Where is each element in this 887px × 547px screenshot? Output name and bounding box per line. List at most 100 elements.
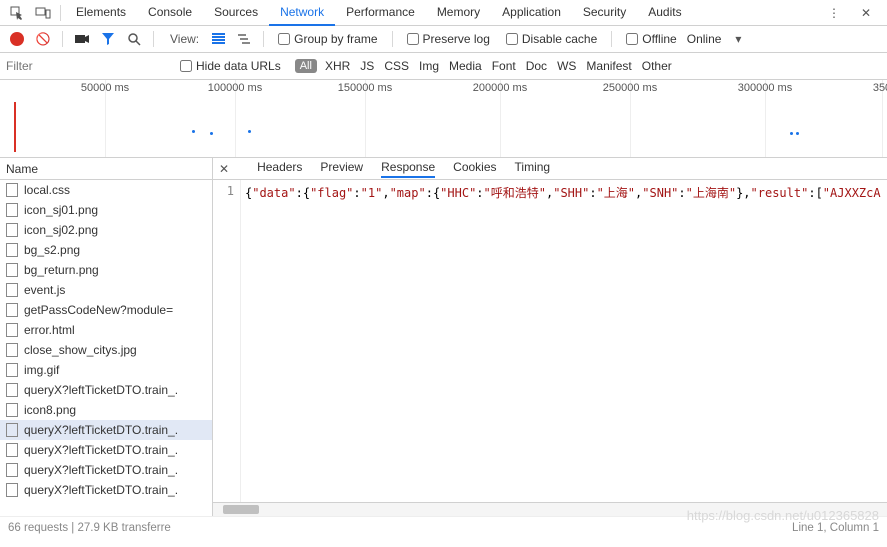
filter-ws[interactable]: WS: [557, 59, 576, 73]
waterfall-view-icon[interactable]: [233, 28, 255, 50]
offline-checkbox[interactable]: Offline: [626, 32, 676, 46]
response-line: {"data":{"flag":"1","map":{"HHC":"呼和浩特",…: [241, 180, 885, 502]
disable-cache-checkbox[interactable]: Disable cache: [506, 32, 597, 46]
subtab-timing[interactable]: Timing: [515, 160, 551, 178]
timeline-tick: 150000 ms: [338, 82, 392, 94]
json-token: :: [353, 186, 360, 200]
request-name: queryX?leftTicketDTO.train_.: [24, 463, 178, 477]
timeline-dot: [790, 132, 793, 135]
filter-toggle-icon[interactable]: [97, 28, 119, 50]
request-row[interactable]: img.gif: [0, 360, 212, 380]
request-row[interactable]: queryX?leftTicketDTO.train_.: [0, 380, 212, 400]
timeline-tick: 100000 ms: [208, 82, 262, 94]
json-token: "map": [390, 186, 426, 200]
json-token: "AJXXZcA: [823, 186, 881, 200]
request-row[interactable]: queryX?leftTicketDTO.train_.: [0, 460, 212, 480]
timeline-overview[interactable]: 50000 ms100000 ms150000 ms200000 ms25000…: [0, 80, 887, 158]
file-icon: [6, 183, 18, 197]
device-toggle-icon[interactable]: [30, 0, 56, 26]
scrollbar-thumb[interactable]: [223, 505, 259, 514]
close-devtools-icon[interactable]: ✕: [853, 0, 879, 26]
filter-input[interactable]: [6, 57, 166, 75]
network-toolbar: 🚫 View: Group by frame Preserve log Disa…: [0, 26, 887, 53]
request-row[interactable]: local.css: [0, 180, 212, 200]
filter-manifest[interactable]: Manifest: [586, 59, 631, 73]
filter-other[interactable]: Other: [642, 59, 672, 73]
request-name: bg_return.png: [24, 263, 99, 277]
request-list-pane: Name local.css icon_sj01.png icon_sj02.png…: [0, 158, 213, 516]
tab-performance[interactable]: Performance: [335, 0, 426, 26]
json-token: "result": [751, 186, 809, 200]
timeline-load-marker: [14, 102, 16, 152]
clear-icon[interactable]: 🚫: [32, 28, 54, 50]
name-column-header[interactable]: Name: [0, 158, 212, 180]
json-token: :: [589, 186, 596, 200]
json-token: "data": [252, 186, 295, 200]
timeline-tick: 250000 ms: [603, 82, 657, 94]
request-name: icon_sj01.png: [24, 203, 98, 217]
group-by-frame-checkbox[interactable]: Group by frame: [278, 32, 377, 46]
large-rows-icon[interactable]: [207, 28, 229, 50]
filter-xhr[interactable]: XHR: [325, 59, 350, 73]
request-row[interactable]: icon8.png: [0, 400, 212, 420]
subtab-preview[interactable]: Preview: [320, 160, 363, 178]
main-tabs: ElementsConsoleSourcesNetworkPerformance…: [65, 0, 821, 26]
request-name: error.html: [24, 323, 75, 337]
tab-sources[interactable]: Sources: [203, 0, 269, 26]
filter-doc[interactable]: Doc: [526, 59, 547, 73]
timeline-tick: 50000 ms: [81, 82, 129, 94]
chevron-down-icon[interactable]: ▾: [735, 32, 741, 46]
file-icon: [6, 263, 18, 277]
preserve-log-checkbox[interactable]: Preserve log: [407, 32, 490, 46]
subtab-response[interactable]: Response: [381, 160, 435, 178]
json-token: "1": [361, 186, 383, 200]
filter-media[interactable]: Media: [449, 59, 482, 73]
subtab-cookies[interactable]: Cookies: [453, 160, 496, 178]
filter-font[interactable]: Font: [492, 59, 516, 73]
tab-memory[interactable]: Memory: [426, 0, 491, 26]
request-row[interactable]: queryX?leftTicketDTO.train_.: [0, 440, 212, 460]
request-row[interactable]: close_show_citys.jpg: [0, 340, 212, 360]
request-row[interactable]: getPassCodeNew?module=: [0, 300, 212, 320]
tab-audits[interactable]: Audits: [637, 0, 692, 26]
filter-js[interactable]: JS: [360, 59, 374, 73]
filter-img[interactable]: Img: [419, 59, 439, 73]
tab-network[interactable]: Network: [269, 0, 335, 26]
file-icon: [6, 323, 18, 337]
search-icon[interactable]: [123, 28, 145, 50]
file-icon: [6, 463, 18, 477]
camera-icon[interactable]: [71, 28, 93, 50]
request-row[interactable]: bg_s2.png: [0, 240, 212, 260]
filter-all-badge[interactable]: All: [295, 59, 317, 73]
request-name: getPassCodeNew?module=: [24, 303, 173, 317]
request-row[interactable]: event.js: [0, 280, 212, 300]
json-token: "上海南": [686, 186, 736, 200]
network-split-view: Name local.css icon_sj01.png icon_sj02.png…: [0, 158, 887, 516]
devtools-topbar: ElementsConsoleSourcesNetworkPerformance…: [0, 0, 887, 26]
close-detail-icon[interactable]: ✕: [219, 162, 229, 176]
tab-security[interactable]: Security: [572, 0, 637, 26]
request-row[interactable]: queryX?leftTicketDTO.train_.: [0, 480, 212, 500]
tab-application[interactable]: Application: [491, 0, 572, 26]
request-list[interactable]: local.css icon_sj01.png icon_sj02.pngbg_s2…: [0, 180, 212, 516]
file-icon: [6, 363, 18, 377]
record-button[interactable]: [6, 28, 28, 50]
subtab-headers[interactable]: Headers: [257, 160, 302, 178]
tab-elements[interactable]: Elements: [65, 0, 137, 26]
request-row[interactable]: error.html: [0, 320, 212, 340]
kebab-icon[interactable]: ⋮: [821, 0, 847, 26]
preserve-log-label: Preserve log: [423, 32, 490, 46]
hide-data-urls-label: Hide data URLs: [196, 59, 281, 73]
response-body[interactable]: 1 {"data":{"flag":"1","map":{"HHC":"呼和浩特…: [213, 180, 887, 502]
request-row[interactable]: icon_sj02.png: [0, 220, 212, 240]
throttling-select[interactable]: Online: [687, 32, 722, 46]
tab-console[interactable]: Console: [137, 0, 203, 26]
request-row[interactable]: icon_sj01.png: [0, 200, 212, 220]
request-row[interactable]: queryX?leftTicketDTO.train_.: [0, 420, 212, 440]
inspect-icon[interactable]: [4, 0, 30, 26]
request-row[interactable]: bg_return.png: [0, 260, 212, 280]
hide-data-urls-checkbox[interactable]: Hide data URLs: [180, 59, 281, 73]
request-name: queryX?leftTicketDTO.train_.: [24, 483, 178, 497]
filter-css[interactable]: CSS: [384, 59, 409, 73]
separator: [392, 31, 393, 47]
